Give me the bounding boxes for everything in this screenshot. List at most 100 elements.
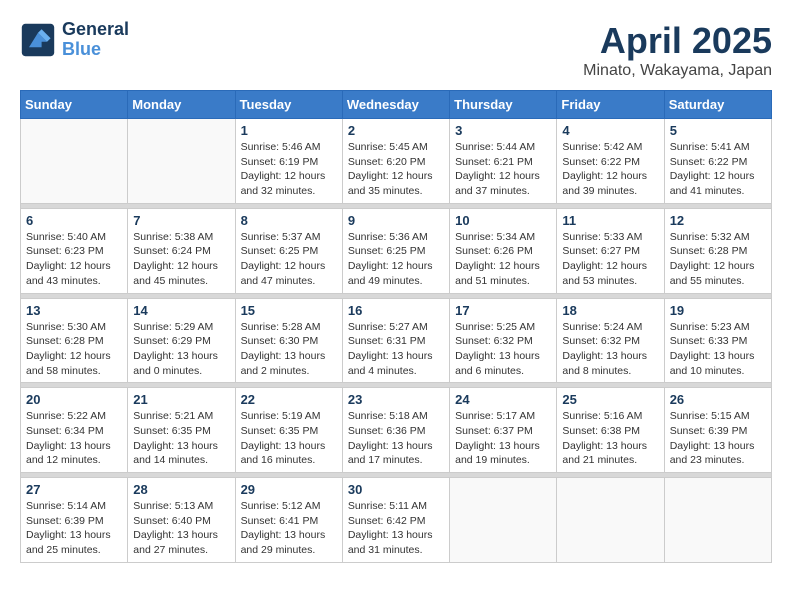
day-number: 24 [455, 392, 551, 407]
day-info: Sunrise: 5:17 AM Sunset: 6:37 PM Dayligh… [455, 409, 551, 468]
weekday-header-thursday: Thursday [450, 91, 557, 119]
day-number: 26 [670, 392, 766, 407]
day-number: 20 [26, 392, 122, 407]
day-cell [450, 478, 557, 563]
day-number: 16 [348, 303, 444, 318]
day-info: Sunrise: 5:40 AM Sunset: 6:23 PM Dayligh… [26, 230, 122, 289]
day-cell: 17 Sunrise: 5:25 AM Sunset: 6:32 PM Dayli… [450, 298, 557, 383]
weekday-header-monday: Monday [128, 91, 235, 119]
day-number: 3 [455, 123, 551, 138]
day-info: Sunrise: 5:15 AM Sunset: 6:39 PM Dayligh… [670, 409, 766, 468]
day-number: 21 [133, 392, 229, 407]
day-info: Sunrise: 5:25 AM Sunset: 6:32 PM Dayligh… [455, 320, 551, 379]
day-cell: 8Sunrise: 5:37 AM Sunset: 6:25 PM Daylig… [235, 208, 342, 293]
day-number: 15 [241, 303, 337, 318]
weekday-header-sunday: Sunday [21, 91, 128, 119]
day-cell: 12 Sunrise: 5:32 AM Sunset: 6:28 PM Dayli… [664, 208, 771, 293]
day-info: Sunrise: 5:28 AM Sunset: 6:30 PM Dayligh… [241, 320, 337, 379]
day-number: 10 [455, 213, 551, 228]
day-cell: 19Sunrise: 5:23 AM Sunset: 6:33 PM Dayli… [664, 298, 771, 383]
day-number: 18 [562, 303, 658, 318]
day-number: 25 [562, 392, 658, 407]
day-number: 23 [348, 392, 444, 407]
day-info: Sunrise: 5:46 AM Sunset: 6:19 PM Dayligh… [241, 140, 337, 199]
day-info: Sunrise: 5:45 AM Sunset: 6:20 PM Dayligh… [348, 140, 444, 199]
day-cell: 2 Sunrise: 5:45 AM Sunset: 6:20 PM Daylig… [342, 119, 449, 204]
day-cell [21, 119, 128, 204]
day-cell: 23 Sunrise: 5:18 AM Sunset: 6:36 PM Dayli… [342, 388, 449, 473]
day-number: 19 [670, 303, 766, 318]
weekday-header-friday: Friday [557, 91, 664, 119]
day-cell [664, 478, 771, 563]
day-cell: 3 Sunrise: 5:44 AM Sunset: 6:21 PM Daylig… [450, 119, 557, 204]
day-cell: 6 Sunrise: 5:40 AM Sunset: 6:23 PM Daylig… [21, 208, 128, 293]
day-cell: 30Sunrise: 5:11 AM Sunset: 6:42 PM Dayli… [342, 478, 449, 563]
day-info: Sunrise: 5:33 AM Sunset: 6:27 PM Dayligh… [562, 230, 658, 289]
day-number: 13 [26, 303, 122, 318]
day-info: Sunrise: 5:44 AM Sunset: 6:21 PM Dayligh… [455, 140, 551, 199]
day-number: 27 [26, 482, 122, 497]
logo-text: General Blue [62, 20, 129, 60]
day-cell: 15 Sunrise: 5:28 AM Sunset: 6:30 PM Dayli… [235, 298, 342, 383]
day-cell: 28Sunrise: 5:13 AM Sunset: 6:40 PM Dayli… [128, 478, 235, 563]
month-title: April 2025 [583, 20, 772, 62]
day-number: 11 [562, 213, 658, 228]
day-cell: 26 Sunrise: 5:15 AM Sunset: 6:39 PM Dayli… [664, 388, 771, 473]
day-cell: 24 Sunrise: 5:17 AM Sunset: 6:37 PM Dayli… [450, 388, 557, 473]
day-info: Sunrise: 5:34 AM Sunset: 6:26 PM Dayligh… [455, 230, 551, 289]
day-info: Sunrise: 5:41 AM Sunset: 6:22 PM Dayligh… [670, 140, 766, 199]
week-row-3: 13 Sunrise: 5:30 AM Sunset: 6:28 PM Dayli… [21, 298, 772, 383]
day-info: Sunrise: 5:32 AM Sunset: 6:28 PM Dayligh… [670, 230, 766, 289]
day-info: Sunrise: 5:38 AM Sunset: 6:24 PM Dayligh… [133, 230, 229, 289]
week-row-1: 1 Sunrise: 5:46 AM Sunset: 6:19 PM Daylig… [21, 119, 772, 204]
day-info: Sunrise: 5:42 AM Sunset: 6:22 PM Dayligh… [562, 140, 658, 199]
day-info: Sunrise: 5:19 AM Sunset: 6:35 PM Dayligh… [241, 409, 337, 468]
day-number: 12 [670, 213, 766, 228]
day-info: Sunrise: 5:27 AM Sunset: 6:31 PM Dayligh… [348, 320, 444, 379]
logo-line1: General [62, 20, 129, 40]
week-row-2: 6 Sunrise: 5:40 AM Sunset: 6:23 PM Daylig… [21, 208, 772, 293]
day-info: Sunrise: 5:24 AM Sunset: 6:32 PM Dayligh… [562, 320, 658, 379]
day-info: Sunrise: 5:12 AM Sunset: 6:41 PM Dayligh… [241, 499, 337, 558]
day-number: 28 [133, 482, 229, 497]
day-cell [557, 478, 664, 563]
title-area: April 2025 Minato, Wakayama, Japan [583, 20, 772, 80]
day-cell: 22 Sunrise: 5:19 AM Sunset: 6:35 PM Dayli… [235, 388, 342, 473]
weekday-header-row: SundayMondayTuesdayWednesdayThursdayFrid… [21, 91, 772, 119]
weekday-header-tuesday: Tuesday [235, 91, 342, 119]
week-row-5: 27 Sunrise: 5:14 AM Sunset: 6:39 PM Dayli… [21, 478, 772, 563]
day-number: 22 [241, 392, 337, 407]
day-info: Sunrise: 5:14 AM Sunset: 6:39 PM Dayligh… [26, 499, 122, 558]
day-cell: 1 Sunrise: 5:46 AM Sunset: 6:19 PM Daylig… [235, 119, 342, 204]
day-info: Sunrise: 5:36 AM Sunset: 6:25 PM Dayligh… [348, 230, 444, 289]
day-cell: 20Sunrise: 5:22 AM Sunset: 6:34 PM Dayli… [21, 388, 128, 473]
day-number: 2 [348, 123, 444, 138]
day-number: 7 [133, 213, 229, 228]
logo-line2: Blue [62, 40, 129, 60]
day-info: Sunrise: 5:16 AM Sunset: 6:38 PM Dayligh… [562, 409, 658, 468]
day-info: Sunrise: 5:21 AM Sunset: 6:35 PM Dayligh… [133, 409, 229, 468]
logo-icon [20, 22, 56, 58]
day-info: Sunrise: 5:11 AM Sunset: 6:42 PM Dayligh… [348, 499, 444, 558]
day-info: Sunrise: 5:37 AM Sunset: 6:25 PM Dayligh… [241, 230, 337, 289]
day-number: 4 [562, 123, 658, 138]
logo: General Blue [20, 20, 129, 60]
day-number: 17 [455, 303, 551, 318]
day-number: 5 [670, 123, 766, 138]
day-info: Sunrise: 5:30 AM Sunset: 6:28 PM Dayligh… [26, 320, 122, 379]
day-number: 14 [133, 303, 229, 318]
day-cell: 18 Sunrise: 5:24 AM Sunset: 6:32 PM Dayli… [557, 298, 664, 383]
day-cell: 13 Sunrise: 5:30 AM Sunset: 6:28 PM Dayli… [21, 298, 128, 383]
day-cell: 25 Sunrise: 5:16 AM Sunset: 6:38 PM Dayli… [557, 388, 664, 473]
day-cell: 14 Sunrise: 5:29 AM Sunset: 6:29 PM Dayli… [128, 298, 235, 383]
day-info: Sunrise: 5:29 AM Sunset: 6:29 PM Dayligh… [133, 320, 229, 379]
weekday-header-saturday: Saturday [664, 91, 771, 119]
day-info: Sunrise: 5:18 AM Sunset: 6:36 PM Dayligh… [348, 409, 444, 468]
day-cell: 29Sunrise: 5:12 AM Sunset: 6:41 PM Dayli… [235, 478, 342, 563]
day-cell: 7 Sunrise: 5:38 AM Sunset: 6:24 PM Daylig… [128, 208, 235, 293]
day-number: 6 [26, 213, 122, 228]
day-cell: 5 Sunrise: 5:41 AM Sunset: 6:22 PM Daylig… [664, 119, 771, 204]
weekday-header-wednesday: Wednesday [342, 91, 449, 119]
day-number: 1 [241, 123, 337, 138]
calendar: SundayMondayTuesdayWednesdayThursdayFrid… [20, 90, 772, 563]
